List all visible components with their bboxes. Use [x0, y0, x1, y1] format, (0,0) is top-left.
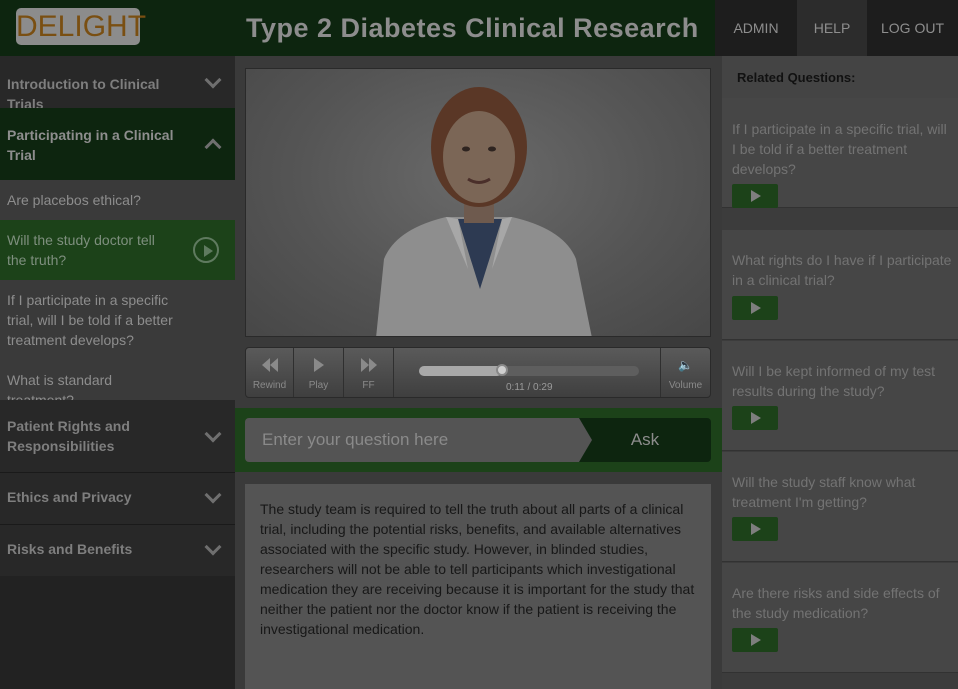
chevron-down-icon: [204, 71, 222, 89]
related-question-text[interactable]: Will the study staff know what treatment…: [732, 472, 954, 512]
related-questions-panel: Related Questions: If I participate in a…: [722, 56, 958, 689]
play-icon: [313, 358, 324, 372]
sidebar-subitem[interactable]: If I participate in a specific trial, wi…: [0, 280, 235, 360]
time-readout: 0:11 / 0:29: [506, 382, 553, 393]
page-title: Type 2 Diabetes Clinical Research: [246, 13, 699, 43]
ask-button[interactable]: Ask: [579, 418, 711, 462]
top-header: DELIGHT Type 2 Diabetes Clinical Researc…: [0, 0, 958, 56]
sidebar-subitem[interactable]: What is standard treatment?: [0, 360, 235, 408]
play-button[interactable]: [732, 296, 778, 320]
progress-fill: [419, 366, 503, 376]
sidebar-section-label: Participating in a Clinical Trial: [7, 127, 174, 163]
chevron-up-icon: [204, 138, 222, 156]
related-questions-heading: Related Questions:: [722, 56, 958, 98]
fast-forward-button[interactable]: FF: [344, 348, 394, 397]
sidebar-section-label: Ethics and Privacy: [7, 489, 132, 505]
related-question-text[interactable]: Will I be kept informed of my test resul…: [732, 361, 954, 401]
fast-forward-label: FF: [362, 380, 375, 391]
play-button[interactable]: Play: [294, 348, 344, 397]
answer-text: The study team is required to tell the t…: [245, 484, 711, 689]
ask-bar: Ask: [235, 408, 722, 472]
progress-bar[interactable]: [419, 364, 639, 376]
play-label: Play: [308, 380, 329, 391]
sidebar-section-label: Risks and Benefits: [7, 541, 133, 557]
sidebar-section-participating[interactable]: Participating in a Clinical Trial: [0, 108, 235, 180]
sidebar-section-label: Patient Rights and Responsibilities: [7, 418, 130, 454]
related-question-text[interactable]: Are there risks and side effects of the …: [732, 583, 954, 623]
related-question-item: Will the study staff know what treatment…: [722, 452, 958, 562]
top-nav: ADMIN HELP LOG OUT: [715, 0, 958, 56]
volume-label: Volume: [668, 380, 703, 391]
question-input[interactable]: [245, 418, 585, 462]
logout-link[interactable]: LOG OUT: [867, 0, 958, 56]
sidebar-subitem-label: Will the study doctor tell the truth?: [7, 232, 155, 268]
related-question-item: If I participate in a specific trial, wi…: [722, 98, 958, 208]
play-button[interactable]: [732, 628, 778, 652]
related-question-item: Are there risks and side effects of the …: [722, 563, 958, 673]
volume-button[interactable]: 🔈 Volume: [660, 348, 710, 397]
rewind-icon: [261, 358, 270, 372]
play-button[interactable]: [732, 517, 778, 541]
sidebar: Introduction to Clinical Trials Particip…: [0, 56, 235, 689]
chevron-down-icon: [204, 486, 222, 504]
sidebar-subitem-label: If I participate in a specific trial, wi…: [7, 292, 173, 348]
sidebar-section-rights[interactable]: Patient Rights and Responsibilities: [0, 400, 235, 472]
sidebar-subitem-label: Are placebos ethical?: [7, 192, 141, 208]
related-question-item: What rights do I have if I participate i…: [722, 230, 958, 340]
logo[interactable]: DELIGHT: [16, 8, 146, 45]
admin-link[interactable]: ADMIN: [715, 0, 797, 56]
sidebar-section-intro[interactable]: Introduction to Clinical Trials: [0, 56, 235, 112]
video-player[interactable]: [245, 68, 711, 337]
rewind-button[interactable]: Rewind: [246, 348, 294, 397]
rewind-label: Rewind: [252, 380, 287, 391]
sidebar-subitem-current[interactable]: Will the study doctor tell the truth?: [0, 220, 235, 280]
main-content: Rewind Play FF 0:11 / 0:29 🔈 Volume Ask …: [235, 56, 722, 689]
sidebar-section-ethics[interactable]: Ethics and Privacy: [0, 473, 235, 524]
related-question-text[interactable]: What rights do I have if I participate i…: [732, 250, 954, 290]
chevron-down-icon: [204, 425, 222, 443]
help-link[interactable]: HELP: [797, 0, 867, 56]
chevron-down-icon: [204, 538, 222, 556]
video-controls: Rewind Play FF 0:11 / 0:29 🔈 Volume: [245, 347, 711, 398]
related-question-text[interactable]: If I participate in a specific trial, wi…: [732, 119, 954, 179]
play-button[interactable]: [732, 406, 778, 430]
play-circle-icon: [193, 237, 219, 263]
play-button[interactable]: [732, 184, 778, 208]
speaker-icon: 🔈: [678, 358, 693, 372]
sidebar-section-risks[interactable]: Risks and Benefits: [0, 525, 235, 576]
sidebar-subitem[interactable]: Are placebos ethical?: [0, 180, 235, 220]
fast-forward-icon: [360, 358, 369, 372]
related-question-item: Will I be kept informed of my test resul…: [722, 341, 958, 451]
progress-handle[interactable]: [496, 364, 509, 376]
presenter-video-frame: [376, 87, 592, 336]
